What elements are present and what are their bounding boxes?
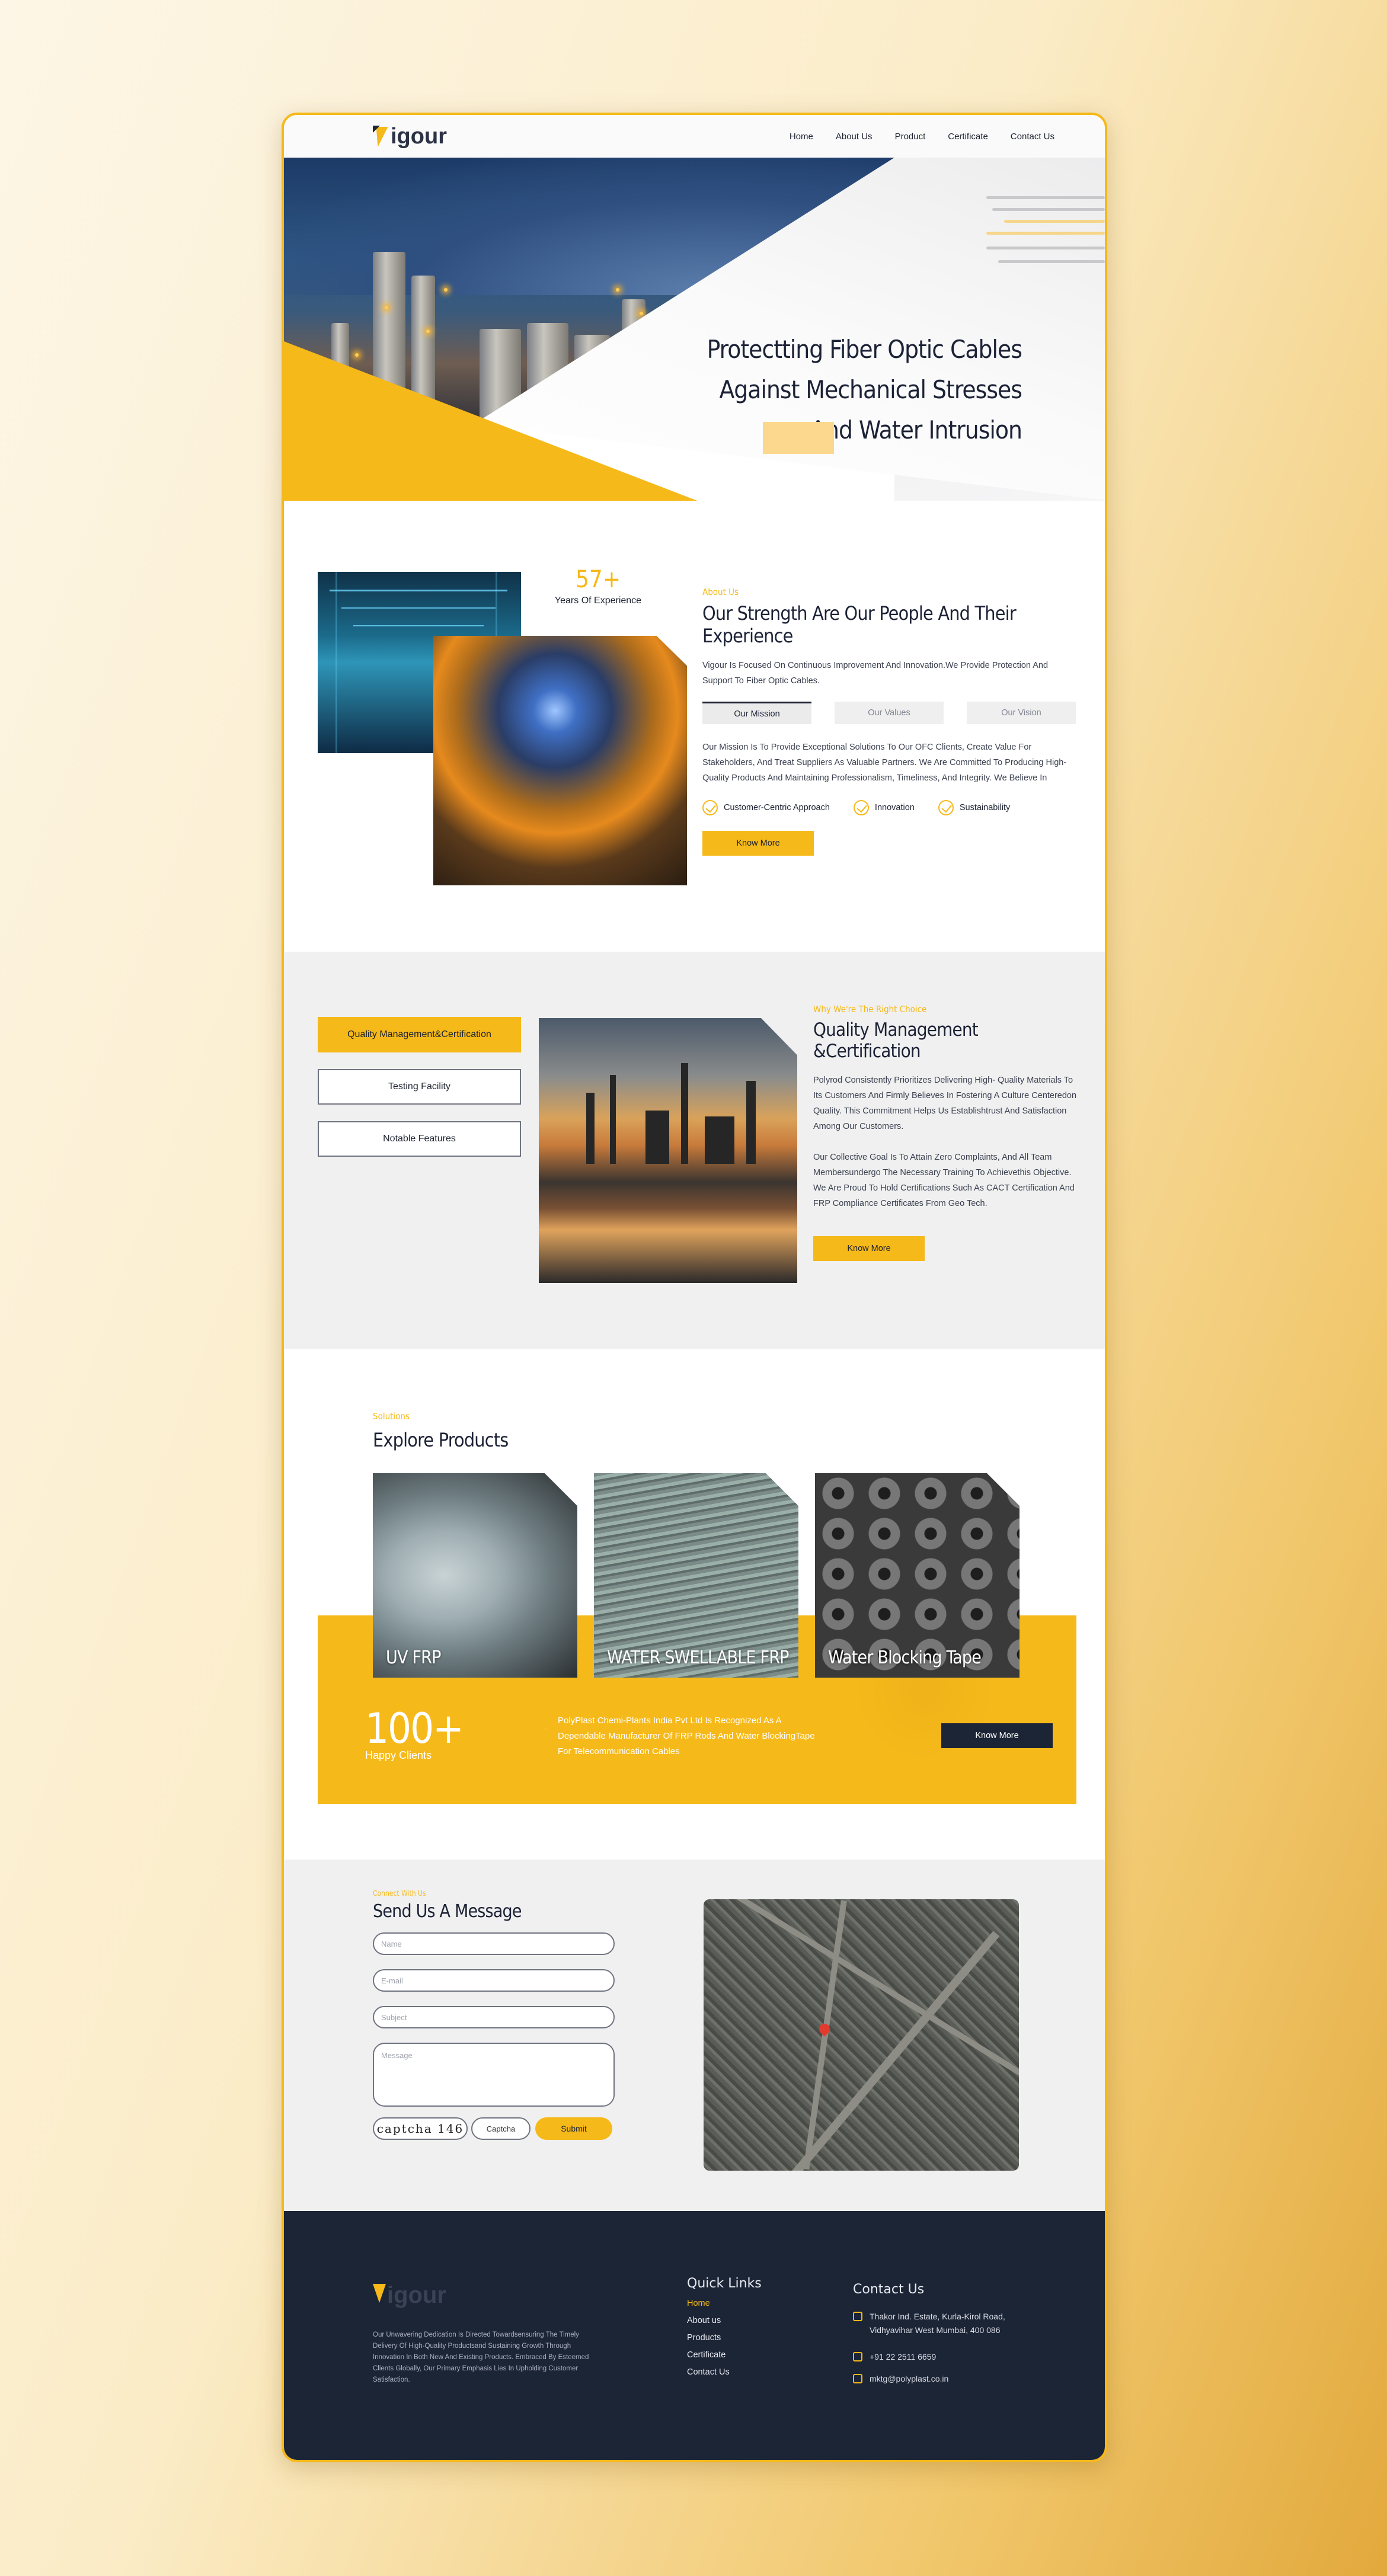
subject-input[interactable]: Subject xyxy=(373,2006,615,2028)
welder-image xyxy=(433,636,687,885)
contact-title: Send Us A Message xyxy=(373,1901,522,1922)
fiber-cable-graphic xyxy=(974,190,1105,285)
message-textarea[interactable]: Message xyxy=(373,2043,615,2107)
check-circle-icon xyxy=(938,800,954,815)
products-section: Solutions Explore Products 100+ Happy Cl… xyxy=(284,1349,1105,1860)
captcha-input[interactable]: Captcha xyxy=(471,2117,530,2140)
products-title: Explore Products xyxy=(373,1429,509,1451)
product-card-uv-frp[interactable]: UV FRP xyxy=(373,1473,577,1678)
logo[interactable]: igour xyxy=(373,120,447,153)
footer-logo[interactable]: igour xyxy=(373,2282,446,2309)
tab-mission[interactable]: Our Mission xyxy=(702,702,811,724)
product-card-water-swellable-frp[interactable]: WATER SWELLABLE FRP xyxy=(594,1473,798,1678)
nav-about[interactable]: About Us xyxy=(836,132,873,142)
quality-title: Quality Management &Certification xyxy=(813,1019,979,1062)
check-item: Innovation xyxy=(853,800,915,815)
values-checklist: Customer-Centric Approach Innovation Sus… xyxy=(702,800,1076,815)
quality-paragraph-1: Polyrod Consistently Prioritizes Deliver… xyxy=(813,1076,1077,1131)
submit-button[interactable]: Submit xyxy=(535,2117,612,2140)
logo-mark-icon xyxy=(373,123,393,149)
location-map[interactable] xyxy=(704,1899,1019,2171)
features-tab-button[interactable]: Notable Features xyxy=(318,1121,521,1157)
email-row[interactable]: mktg@polyplast.co.in xyxy=(853,2372,1043,2386)
about-title: Our Strength Are Our People And Their Ex… xyxy=(702,602,1017,647)
quality-side-menu: Quality Management&Certification Testing… xyxy=(318,1017,521,1173)
product-card-water-blocking-tape[interactable]: Water Blocking Tape xyxy=(815,1473,1020,1678)
experience-counter: 57+ Years Of Experience xyxy=(554,566,642,606)
contact-section: Connect With Us Send Us A Message Name E… xyxy=(284,1860,1105,2211)
check-circle-icon xyxy=(853,800,869,815)
quality-content: Why We're The Right Choice Quality Manag… xyxy=(813,1004,1080,1261)
footer-link-contact[interactable]: Contact Us xyxy=(687,2367,762,2377)
quality-tag: Why We're The Right Choice xyxy=(813,1004,927,1015)
contact-tag: Connect With Us xyxy=(373,1889,426,1897)
about-section: 57+ Years Of Experience About Us Our Str… xyxy=(284,501,1105,952)
nav-contact[interactable]: Contact Us xyxy=(1011,132,1054,142)
about-text: Vigour Is Focused On Continuous Improvem… xyxy=(702,661,1049,686)
about-tag: About Us xyxy=(702,587,739,597)
name-input[interactable]: Name xyxy=(373,1932,615,1955)
quality-know-more-button[interactable]: Know More xyxy=(813,1236,925,1261)
nav-product[interactable]: Product xyxy=(895,132,926,142)
navbar: igour Home About Us Product Certificate … xyxy=(284,115,1105,158)
about-content: About Us Our Strength Are Our People And… xyxy=(702,587,1076,856)
map-pin-icon xyxy=(817,2021,832,2037)
clients-counter: 100+ Happy Clients xyxy=(365,1704,464,1761)
refinery-image xyxy=(539,1018,797,1283)
hero-headline: Protectting Fiber Optic Cables Against M… xyxy=(707,335,1022,444)
main-menu: Home About Us Product Certificate Contac… xyxy=(790,115,1054,158)
band-know-more-button[interactable]: Know More xyxy=(941,1723,1053,1748)
mail-icon xyxy=(853,2374,862,2383)
check-item: Customer-Centric Approach xyxy=(702,800,830,815)
footer-description: Our Unwavering Dedication Is Directed To… xyxy=(373,2331,589,2383)
contact-form: Connect With Us Send Us A Message Name E… xyxy=(373,1889,615,2140)
quick-links: Quick Links Home About us Products Certi… xyxy=(687,2276,762,2377)
footer-link-about[interactable]: About us xyxy=(687,2316,762,2325)
about-tabs: Our Mission Our Values Our Vision xyxy=(702,702,1076,724)
quick-links-title: Quick Links xyxy=(687,2276,762,2291)
contact-info-title: Contact Us xyxy=(853,2282,925,2297)
email-input[interactable]: E-mail xyxy=(373,1969,615,1992)
mission-text: Our Mission Is To Provide Exceptional So… xyxy=(702,743,1067,783)
footer-link-certificate[interactable]: Certificate xyxy=(687,2350,762,2360)
nav-home[interactable]: Home xyxy=(790,132,813,142)
footer-link-products[interactable]: Products xyxy=(687,2333,762,2343)
quality-tab-button[interactable]: Quality Management&Certification xyxy=(318,1017,521,1052)
clients-band-text: PolyPlast Chemi-Plants India Pvt Ltd Is … xyxy=(558,1716,815,1756)
logo-text: igour xyxy=(391,123,447,149)
contact-info: Contact Us Thakor Ind. Estate, Kurla-Kir… xyxy=(853,2282,1043,2386)
products-tag: Solutions xyxy=(373,1411,410,1422)
address-row: Thakor Ind. Estate, Kurla-Kirol Road, Vi… xyxy=(853,2310,1043,2337)
hero-cta-button[interactable] xyxy=(763,422,834,454)
about-know-more-button[interactable]: Know More xyxy=(702,831,814,856)
quality-paragraph-2: Our Collective Goal Is To Attain Zero Co… xyxy=(813,1153,1075,1208)
footer-logo-mark-icon xyxy=(373,2284,386,2303)
quality-section: Quality Management&Certification Testing… xyxy=(284,952,1105,1349)
footer-link-home[interactable]: Home xyxy=(687,2299,762,2308)
browser-page: igour Home About Us Product Certificate … xyxy=(282,113,1107,2462)
phone-icon xyxy=(853,2352,862,2361)
footer: igour Our Unwavering Dedication Is Direc… xyxy=(284,2211,1105,2460)
nav-certificate[interactable]: Certificate xyxy=(948,132,988,142)
check-item: Sustainability xyxy=(938,800,1010,815)
tab-values[interactable]: Our Values xyxy=(835,702,944,724)
tab-vision[interactable]: Our Vision xyxy=(967,702,1076,724)
captcha-image: captcha 146 xyxy=(373,2117,468,2140)
check-circle-icon xyxy=(702,800,718,815)
captcha-row: captcha 146 Captcha Submit xyxy=(373,2117,615,2140)
phone-row[interactable]: +91 22 2511 6659 xyxy=(853,2350,1043,2364)
location-icon xyxy=(853,2312,862,2321)
testing-tab-button[interactable]: Testing Facility xyxy=(318,1069,521,1105)
hero-banner: Protectting Fiber Optic Cables Against M… xyxy=(284,158,1105,501)
